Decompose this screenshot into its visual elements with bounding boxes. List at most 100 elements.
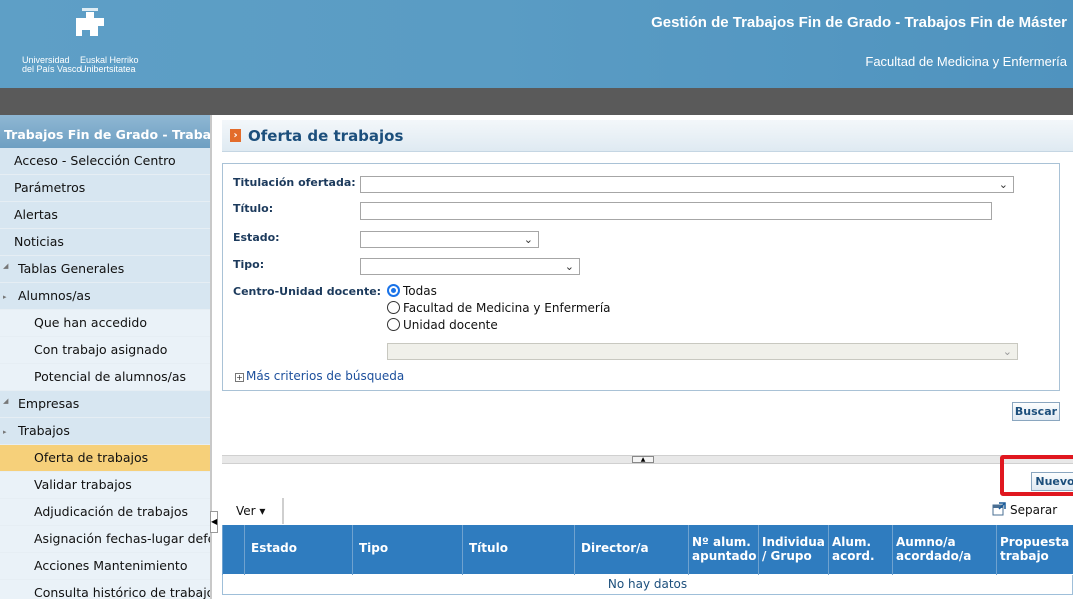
radio-button[interactable]: [387, 301, 400, 314]
separar-button[interactable]: Separar: [1010, 503, 1057, 517]
sidebar-item-acciones-mantenimiento[interactable]: Acciones Mantenimiento: [0, 553, 210, 580]
faculty-name: Facultad de Medicina y Enfermería: [865, 54, 1067, 69]
sidebar-item-label: Con trabajo asignado: [34, 342, 168, 357]
sidebar-item-label: Alertas: [14, 207, 58, 222]
expanded-triangle-icon: ▸: [3, 293, 7, 301]
titulo-label: Título:: [233, 202, 274, 215]
sidebar-item-label: Noticias: [14, 234, 64, 249]
buscar-button[interactable]: Buscar: [1012, 402, 1060, 421]
top-toolbar-band: [0, 88, 1073, 115]
grid-col-estado[interactable]: Estado: [244, 525, 352, 575]
grid-col-titulo[interactable]: Título: [462, 525, 574, 575]
expanded-triangle-icon: ▸: [3, 428, 7, 436]
collapsed-triangle-icon: ◢: [3, 397, 9, 405]
grid-header: Estado Tipo Título Director/a Nº alum. a…: [222, 525, 1073, 575]
radio-label: Facultad de Medicina y Enfermería: [403, 301, 611, 315]
sidebar-item-empresas[interactable]: ◢ Empresas: [0, 391, 210, 418]
chevron-down-icon: ⌄: [564, 260, 574, 273]
sidebar-item-label: Alumnos/as: [18, 288, 91, 303]
sidebar-title[interactable]: Trabajos Fin de Grado - Trabajos Fin de …: [0, 115, 210, 148]
tipo-select[interactable]: ⌄: [360, 258, 580, 275]
sidebar-item-label: Empresas: [18, 396, 80, 411]
search-panel: Titulación ofertada: ⌄ Título: Estado: ⌄…: [222, 163, 1060, 391]
university-logo[interactable]: Universidad del País Vasco Euskal Herrik…: [18, 6, 178, 78]
logo-text-eu: Euskal Herriko Unibertsitatea: [80, 55, 139, 74]
chevron-down-icon: ⌄: [1002, 345, 1012, 358]
grid-col-select: [222, 525, 244, 575]
ver-menu[interactable]: Ver ▾: [236, 504, 265, 518]
page-title-bar: › Oferta de trabajos: [222, 120, 1073, 152]
grid-empty-message: No hay datos: [222, 575, 1073, 595]
app-title: Gestión de Trabajos Fin de Grado - Traba…: [651, 14, 1067, 31]
toolbar-divider: [282, 498, 284, 524]
sidebar-item-label: Tablas Generales: [18, 261, 125, 276]
sidebar-item-consulta-historico[interactable]: Consulta histórico de trabajos: [0, 580, 210, 599]
titulacion-label: Titulación ofertada:: [233, 176, 356, 189]
sidebar-item-label: Acciones Mantenimiento: [34, 558, 188, 573]
titulo-input[interactable]: [360, 202, 992, 220]
sidebar-item-label: Asignación fechas-lugar defensa: [34, 531, 210, 546]
grid-col-propuesta[interactable]: Propuesta trabajo: [996, 525, 1073, 575]
chevron-down-icon: ⌄: [998, 178, 1008, 191]
sidebar-item-potencial-alumnos[interactable]: Potencial de alumnos/as: [0, 364, 210, 391]
logo-mark-icon: [76, 8, 104, 36]
centro-label: Centro-Unidad docente:: [233, 285, 382, 298]
panel-splitter[interactable]: ▲: [222, 455, 1073, 464]
grid-col-alumno-acordado[interactable]: Aumno/a acordado/a: [892, 525, 996, 575]
sidebar-item-asignacion-fechas[interactable]: Asignación fechas-lugar defensa: [0, 526, 210, 553]
estado-label: Estado:: [233, 231, 280, 244]
logo-text-es: Universidad del País Vasco: [22, 55, 82, 74]
sidebar-item-noticias[interactable]: Noticias: [0, 229, 210, 256]
detach-window-icon[interactable]: [992, 502, 1006, 516]
grid-col-num-alumnos[interactable]: Nº alum. apuntado: [688, 525, 758, 575]
grid-col-tipo[interactable]: Tipo: [352, 525, 462, 575]
sidebar-item-label: Adjudicación de trabajos: [34, 504, 189, 519]
more-criteria-link[interactable]: + Más criterios de búsqueda: [235, 369, 404, 383]
app-header: Universidad del País Vasco Euskal Herrik…: [0, 0, 1073, 88]
sidebar: Trabajos Fin de Grado - Trabajos Fin de …: [0, 115, 210, 599]
sidebar-item-alumnos[interactable]: ▸ Alumnos/as: [0, 283, 210, 310]
grid-col-director[interactable]: Director/a: [574, 525, 688, 575]
grid-col-individual-grupo[interactable]: Individua / Grupo: [758, 525, 828, 575]
sidebar-item-label: Validar trabajos: [34, 477, 132, 492]
unidad-docente-select[interactable]: ⌄: [387, 343, 1018, 360]
titulacion-select[interactable]: ⌄: [360, 176, 1014, 193]
sidebar-item-validar-trabajos[interactable]: Validar trabajos: [0, 472, 210, 499]
sidebar-item-label: Consulta histórico de trabajos: [34, 585, 210, 599]
collapse-up-icon[interactable]: ▲: [632, 456, 654, 463]
sidebar-item-label: Que han accedido: [34, 315, 147, 330]
radio-label: Unidad docente: [403, 318, 498, 332]
sidebar-item-tablas-generales[interactable]: ◢ Tablas Generales: [0, 256, 210, 283]
sidebar-item-parametros[interactable]: Parámetros: [0, 175, 210, 202]
collapse-sidebar-handle[interactable]: ◀: [210, 511, 218, 533]
page-title: Oferta de trabajos: [248, 127, 404, 145]
grid-toolbar: Ver ▾ Separar: [222, 498, 1073, 524]
arrow-left-icon: ◀: [211, 517, 218, 526]
ver-label: Ver: [236, 504, 256, 518]
sidebar-item-label: Parámetros: [14, 180, 86, 195]
highlight-box: [1000, 455, 1073, 496]
sidebar-item-que-han-accedido[interactable]: Que han accedido: [0, 310, 210, 337]
sidebar-item-oferta-trabajos[interactable]: Oferta de trabajos: [0, 445, 210, 472]
sidebar-item-trabajos[interactable]: ▸ Trabajos: [0, 418, 210, 445]
sidebar-item-alertas[interactable]: Alertas: [0, 202, 210, 229]
sidebar-item-label: Oferta de trabajos: [34, 450, 149, 465]
radio-button[interactable]: [387, 318, 400, 331]
sidebar-item-acceso[interactable]: Acceso - Selección Centro: [0, 148, 210, 175]
more-criteria-label: Más criterios de búsqueda: [246, 369, 405, 383]
collapsed-triangle-icon: ◢: [3, 262, 9, 270]
chevron-right-icon: ›: [230, 129, 241, 142]
radio-unidad-docente[interactable]: Unidad docente: [387, 318, 498, 334]
sidebar-item-adjudicacion[interactable]: Adjudicación de trabajos: [0, 499, 210, 526]
tipo-label: Tipo:: [233, 258, 265, 271]
radio-button-selected[interactable]: [387, 284, 400, 297]
caret-down-icon: ▾: [259, 504, 266, 518]
radio-facultad[interactable]: Facultad de Medicina y Enfermería: [387, 301, 611, 317]
sidebar-item-con-trabajo-asignado[interactable]: Con trabajo asignado: [0, 337, 210, 364]
radio-label: Todas: [403, 284, 437, 298]
main-content: › Oferta de trabajos Titulación ofertada…: [222, 115, 1073, 599]
radio-todas[interactable]: Todas: [387, 284, 437, 300]
estado-select[interactable]: ⌄: [360, 231, 539, 248]
grid-col-alum-acord[interactable]: Alum. acord.: [828, 525, 892, 575]
chevron-down-icon: ⌄: [523, 233, 533, 246]
